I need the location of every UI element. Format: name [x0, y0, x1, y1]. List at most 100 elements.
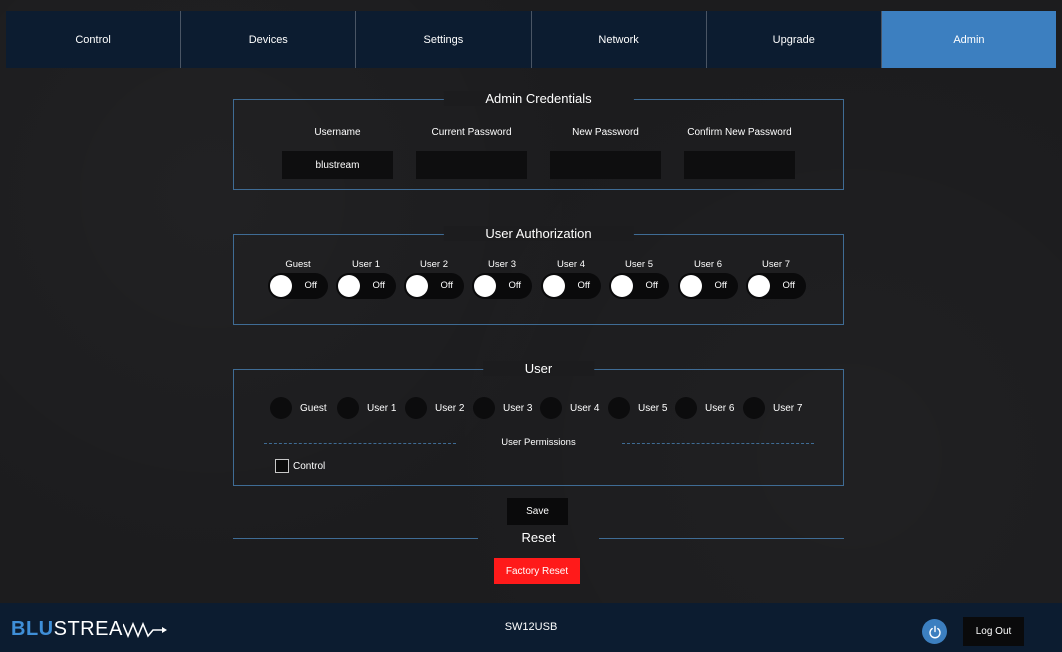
- auth-toggle-user-4[interactable]: Off: [541, 273, 601, 299]
- auth-user-3: User 3 Off: [472, 259, 532, 299]
- user-radio-user-3[interactable]: User 3: [473, 397, 532, 419]
- toggle-knob: [543, 275, 565, 297]
- auth-toggle-guest[interactable]: Off: [268, 273, 328, 299]
- toggle-knob: [748, 275, 770, 297]
- radio-dot: [405, 397, 427, 419]
- admin-credentials-title: Admin Credentials: [443, 91, 634, 106]
- power-button[interactable]: [922, 619, 947, 644]
- admin-credentials-panel: Admin Credentials Username Current Passw…: [233, 91, 844, 190]
- user-radio-guest[interactable]: Guest: [270, 397, 327, 419]
- current-password-label: Current Password: [431, 127, 512, 138]
- radio-dot: [743, 397, 765, 419]
- auth-label: User 6: [694, 259, 722, 270]
- auth-guest: Guest Off: [268, 259, 328, 299]
- radio-dot: [337, 397, 359, 419]
- user-authorization-title: User Authorization: [443, 226, 634, 241]
- auth-user-1: User 1 Off: [336, 259, 396, 299]
- radio-label: User 4: [570, 402, 600, 414]
- username-label: Username: [314, 127, 361, 138]
- auth-toggle-user-2[interactable]: Off: [404, 273, 464, 299]
- user-radio-user-2[interactable]: User 2: [405, 397, 464, 419]
- tab-admin[interactable]: Admin: [881, 11, 1057, 68]
- auth-user-2: User 2 Off: [404, 259, 464, 299]
- auth-label: User 2: [420, 259, 448, 270]
- confirm-password-input[interactable]: [684, 151, 795, 179]
- toggle-state: Off: [714, 280, 728, 291]
- user-panel: User Guest User 1 User 2 User 3 User 4 U…: [233, 361, 844, 486]
- auth-toggle-user-6[interactable]: Off: [678, 273, 738, 299]
- auth-user-7: User 7 Off: [746, 259, 806, 299]
- auth-toggle-user-1[interactable]: Off: [336, 273, 396, 299]
- toggle-knob: [338, 275, 360, 297]
- confirm-password-label: Confirm New Password: [687, 127, 792, 138]
- username-group: Username: [282, 127, 393, 179]
- radio-dot: [675, 397, 697, 419]
- radio-label: User 1: [367, 402, 397, 414]
- tab-network[interactable]: Network: [532, 11, 707, 68]
- radio-label: User 5: [638, 402, 668, 414]
- save-button[interactable]: Save: [507, 498, 568, 525]
- user-authorization-panel: User Authorization Guest Off User 1 Off …: [233, 226, 844, 325]
- device-model: SW12USB: [504, 621, 558, 633]
- username-input[interactable]: [282, 151, 393, 179]
- auth-toggle-user-3[interactable]: Off: [472, 273, 532, 299]
- auth-user-6: User 6 Off: [678, 259, 738, 299]
- tab-devices[interactable]: Devices: [181, 11, 357, 68]
- toggle-state: Off: [372, 280, 386, 291]
- user-title: User: [482, 361, 595, 376]
- auth-label: User 1: [352, 259, 380, 270]
- power-icon: [928, 625, 941, 638]
- radio-dot: [540, 397, 562, 419]
- auth-label: Guest: [285, 259, 311, 270]
- new-password-label: New Password: [572, 127, 639, 138]
- confirm-password-group: Confirm New Password: [684, 127, 795, 179]
- tab-upgrade[interactable]: Upgrade: [707, 11, 882, 68]
- toggle-knob: [611, 275, 633, 297]
- new-password-input[interactable]: [550, 151, 661, 179]
- toggle-state: Off: [508, 280, 522, 291]
- toggle-state: Off: [577, 280, 591, 291]
- toggle-state: Off: [782, 280, 796, 291]
- radio-label: User 2: [435, 402, 465, 414]
- toggle-state: Off: [304, 280, 318, 291]
- control-checkbox[interactable]: [275, 459, 289, 473]
- radio-dot: [270, 397, 292, 419]
- permission-control[interactable]: Control: [275, 459, 325, 473]
- user-radio-user-4[interactable]: User 4: [540, 397, 599, 419]
- toggle-knob: [474, 275, 496, 297]
- logout-button[interactable]: Log Out: [963, 617, 1024, 646]
- permissions-divider-right: [622, 443, 814, 444]
- current-password-input[interactable]: [416, 151, 527, 179]
- toggle-knob: [680, 275, 702, 297]
- radio-label: User 7: [773, 402, 803, 414]
- reset-divider-right: [599, 538, 844, 539]
- footer-bar: BLU STREA SW12USB Log Out: [0, 603, 1062, 652]
- auth-label: User 7: [762, 259, 790, 270]
- user-radio-user-5[interactable]: User 5: [608, 397, 667, 419]
- new-password-group: New Password: [550, 127, 661, 179]
- auth-label: User 5: [625, 259, 653, 270]
- toggle-knob: [270, 275, 292, 297]
- auth-toggle-user-7[interactable]: Off: [746, 273, 806, 299]
- toggle-knob: [406, 275, 428, 297]
- tab-settings[interactable]: Settings: [356, 11, 532, 68]
- factory-reset-button[interactable]: Factory Reset: [494, 558, 580, 584]
- user-radio-user-1[interactable]: User 1: [337, 397, 396, 419]
- radio-label: User 3: [503, 402, 533, 414]
- auth-user-5: User 5 Off: [609, 259, 669, 299]
- radio-label: Guest: [300, 402, 327, 414]
- radio-dot: [608, 397, 630, 419]
- auth-user-4: User 4 Off: [541, 259, 601, 299]
- control-checkbox-label: Control: [293, 460, 326, 472]
- auth-label: User 4: [557, 259, 585, 270]
- auth-label: User 3: [488, 259, 516, 270]
- toggle-state: Off: [440, 280, 454, 291]
- radio-label: User 6: [705, 402, 735, 414]
- user-radio-user-6[interactable]: User 6: [675, 397, 734, 419]
- top-nav: Control Devices Settings Network Upgrade…: [6, 11, 1057, 68]
- current-password-group: Current Password: [416, 127, 527, 179]
- tab-control[interactable]: Control: [6, 11, 182, 68]
- user-radio-user-7[interactable]: User 7: [743, 397, 802, 419]
- auth-toggle-user-5[interactable]: Off: [609, 273, 669, 299]
- radio-dot: [473, 397, 495, 419]
